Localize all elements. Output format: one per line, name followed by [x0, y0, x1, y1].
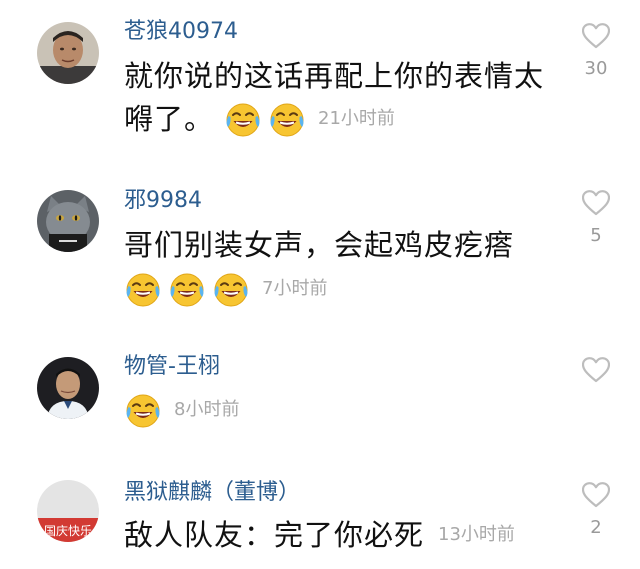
comment-meta-row: 8小时前	[124, 390, 239, 430]
comment-meta-row: 7小时前	[124, 269, 327, 309]
timestamp: 7小时前	[262, 278, 328, 299]
heart-icon[interactable]	[582, 357, 610, 383]
comment-item: 苍狼40974 就你说的这话再配上你的表情太 嘚了。 21小时前 30	[0, 0, 640, 170]
comment-item: 物管-王栩 8小时前	[0, 340, 640, 460]
laughing-crying-emoji-icon	[212, 270, 250, 308]
username[interactable]: 苍狼40974	[124, 17, 238, 47]
like-count: 2	[590, 517, 602, 538]
username[interactable]: 邪9984	[124, 186, 202, 216]
avatar[interactable]	[37, 190, 99, 252]
avatar-badge-text: 国庆快乐	[44, 524, 92, 538]
comment-meta-row: 嘚了。 21小时前	[124, 99, 395, 139]
heart-icon[interactable]	[582, 482, 610, 508]
comment-text: 就你说的这话再配上你的表情太	[124, 59, 545, 93]
avatar[interactable]	[37, 357, 99, 419]
comment-item: 邪9984 哥们别装女声，会起鸡皮疙瘩 7小时前 5	[0, 170, 640, 340]
comment-list: 苍狼40974 就你说的这话再配上你的表情太 嘚了。 21小时前 30 邪998…	[0, 0, 640, 569]
comment-text: 嘚了。	[124, 102, 215, 136]
timestamp: 13小时前	[438, 524, 515, 545]
laughing-crying-emoji-icon	[124, 391, 162, 429]
laughing-crying-emoji-icon	[268, 100, 306, 138]
username[interactable]: 物管-王栩	[124, 352, 220, 382]
avatar[interactable]: 国庆快乐	[37, 480, 99, 542]
like-count: 5	[590, 225, 602, 246]
timestamp: 8小时前	[174, 399, 240, 420]
laughing-crying-emoji-icon	[168, 270, 206, 308]
comment-text: 哥们别装女声，会起鸡皮疙瘩	[124, 228, 515, 262]
comment-text: 敌人队友：完了你必死	[124, 518, 425, 552]
heart-icon[interactable]	[582, 23, 610, 49]
laughing-crying-emoji-icon	[224, 100, 262, 138]
laughing-crying-emoji-icon	[124, 270, 162, 308]
comment-meta-row: 敌人队友：完了你必死 13小时前	[124, 515, 515, 555]
username[interactable]: 黑狱麒麟（董博）	[124, 478, 300, 508]
avatar[interactable]	[37, 22, 99, 84]
like-count: 30	[584, 58, 608, 79]
comment-item: 国庆快乐 黑狱麒麟（董博） 敌人队友：完了你必死 13小时前 2	[0, 460, 640, 569]
heart-icon[interactable]	[582, 190, 610, 216]
timestamp: 21小时前	[318, 108, 395, 129]
